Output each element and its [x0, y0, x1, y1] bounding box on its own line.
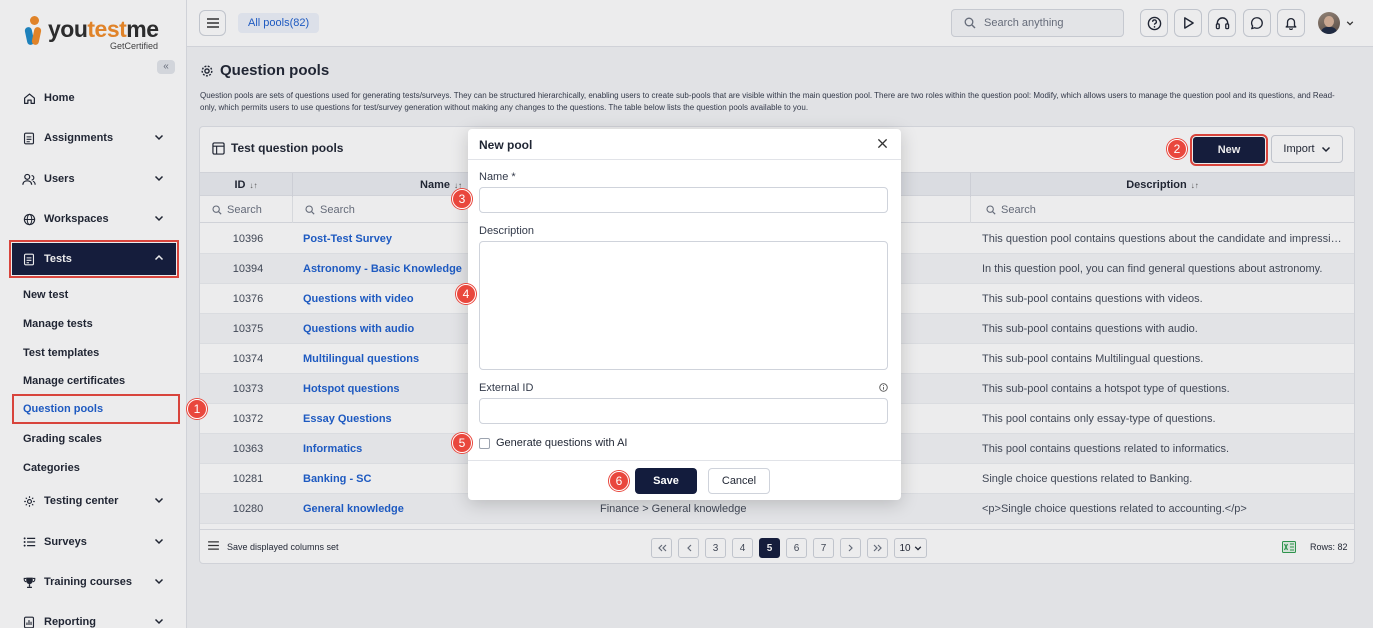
step-marker-2: 2 — [1167, 139, 1187, 159]
dialog-footer: Save Cancel — [468, 460, 901, 500]
external-id-field[interactable] — [479, 398, 888, 424]
description-field[interactable] — [479, 241, 888, 370]
step-marker-5: 5 — [452, 433, 472, 453]
info-icon[interactable] — [879, 383, 888, 392]
dialog-title: New pool — [479, 138, 533, 152]
new-pool-dialog: New pool Name * Description External ID … — [468, 129, 901, 500]
generate-ai-checkbox[interactable]: Generate questions with AI — [479, 437, 627, 449]
step-marker-6: 6 — [609, 471, 629, 491]
step-marker-4: 4 — [456, 284, 476, 304]
checkbox-box[interactable] — [479, 437, 490, 449]
generate-ai-label: Generate questions with AI — [496, 437, 628, 449]
app-root: youtestme GetCertified « Home Assignment… — [0, 0, 1373, 628]
cancel-button[interactable]: Cancel — [708, 468, 770, 494]
dialog-header: New pool — [468, 129, 901, 160]
external-id-label: External ID — [479, 382, 534, 394]
step-marker-3: 3 — [452, 189, 472, 209]
name-field[interactable] — [479, 187, 888, 213]
name-label: Name * — [479, 171, 516, 183]
close-icon[interactable] — [877, 138, 889, 150]
step-marker-1: 1 — [187, 399, 207, 419]
save-button[interactable]: Save — [635, 468, 697, 494]
description-label: Description — [479, 225, 535, 237]
